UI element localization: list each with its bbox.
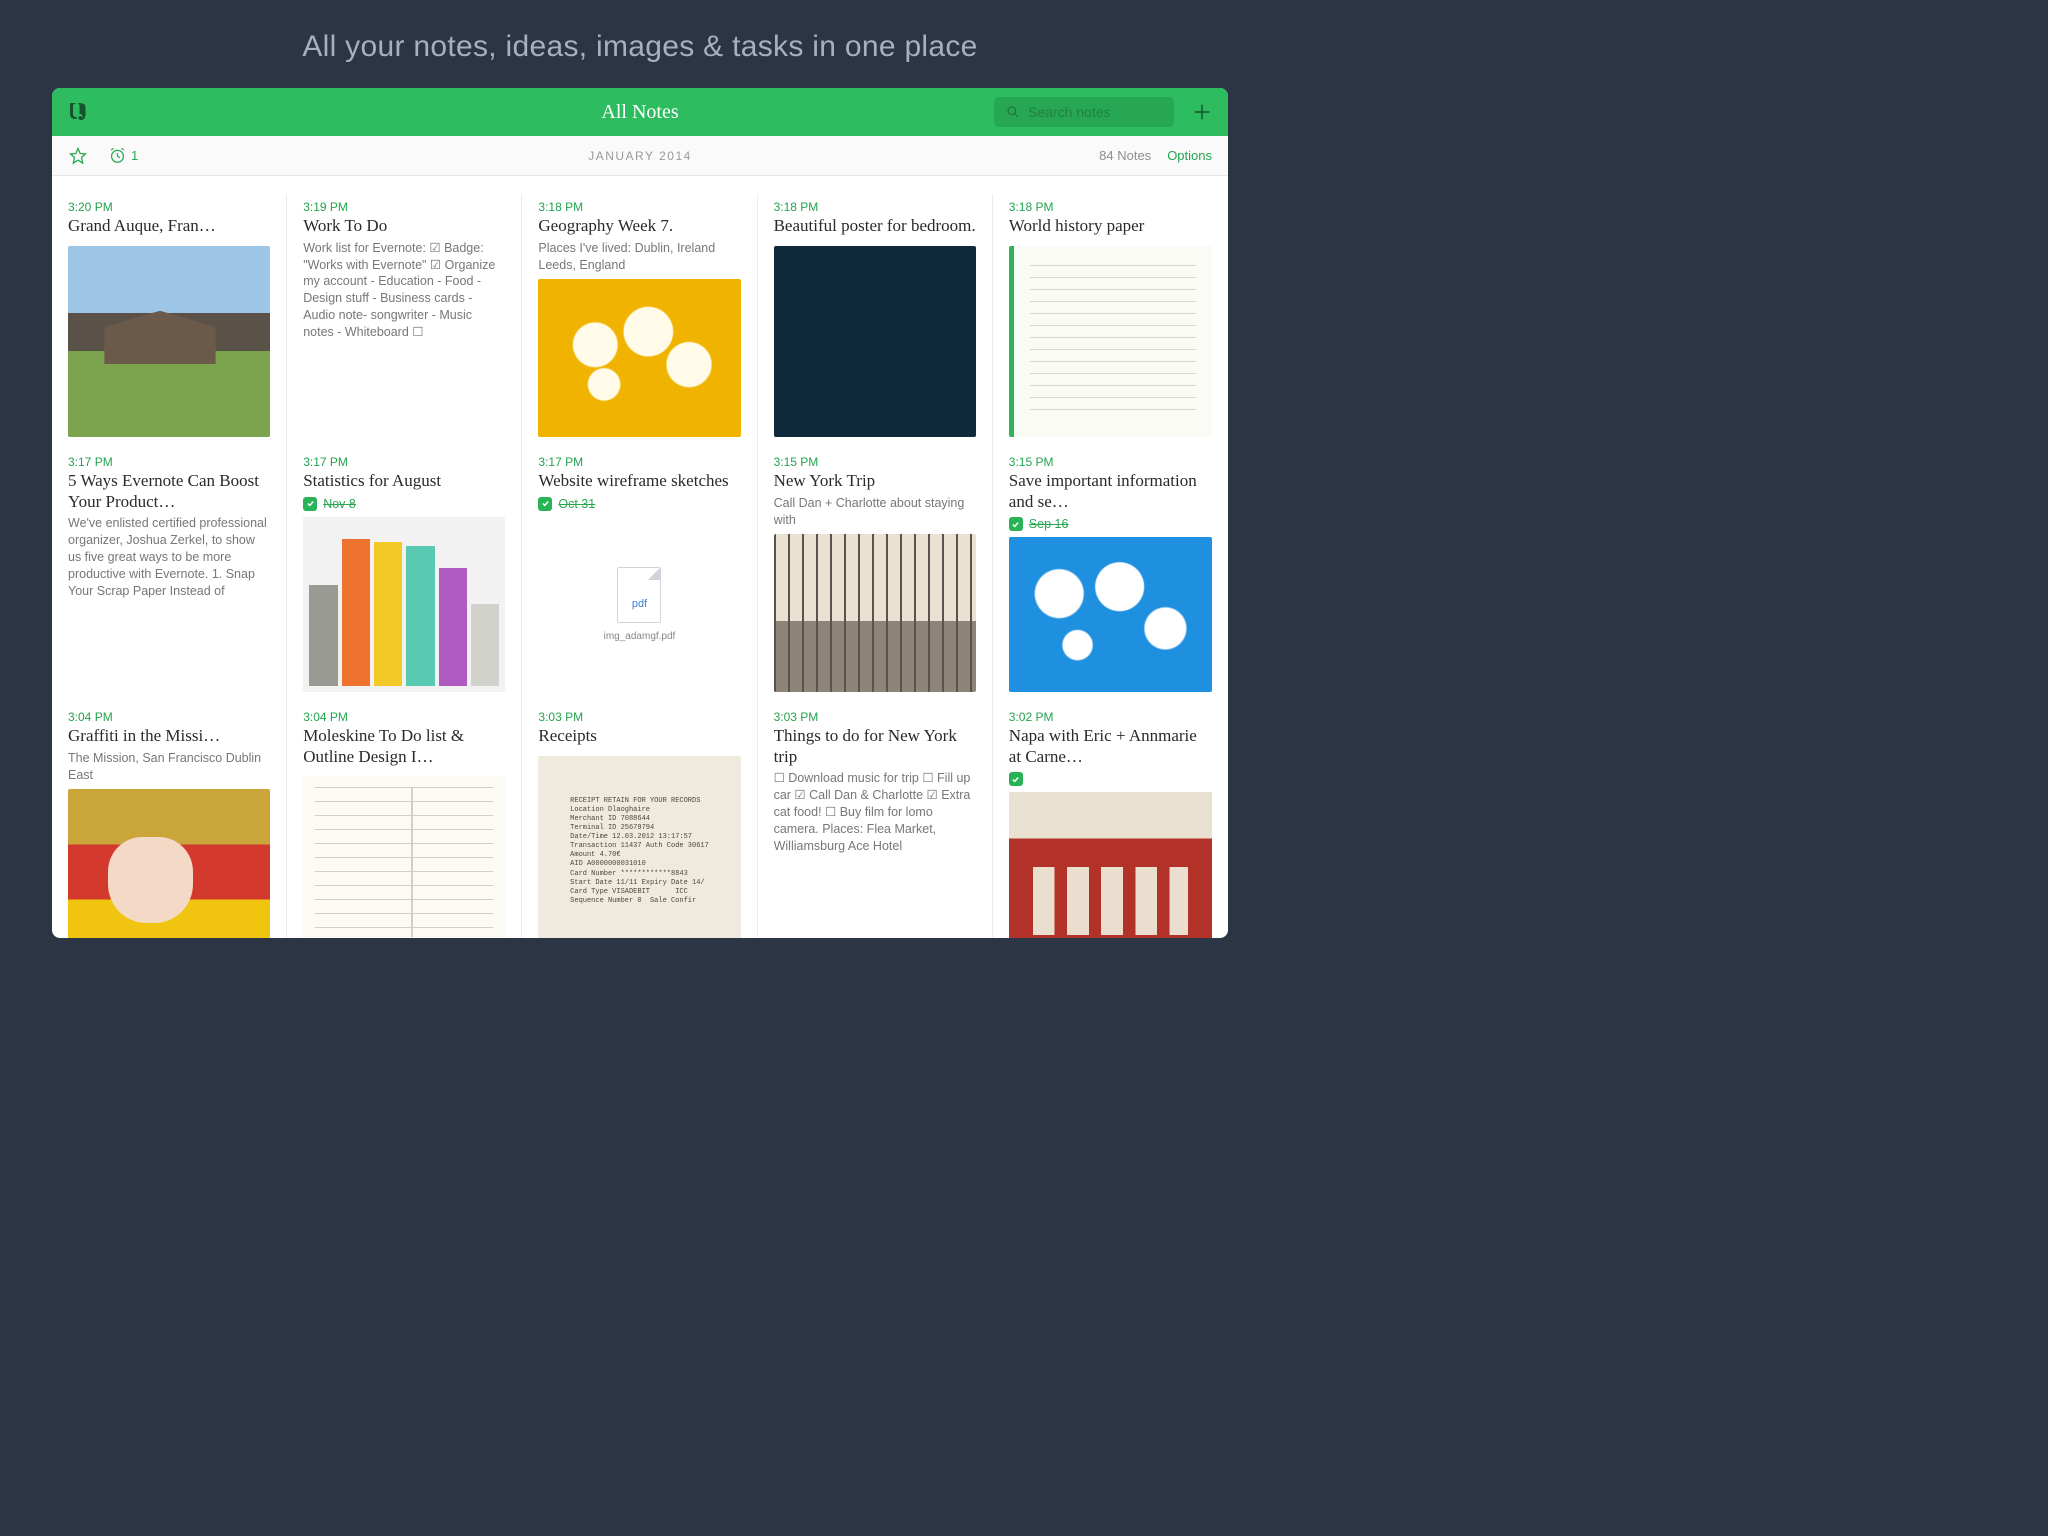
reminders-button[interactable]: 1: [108, 146, 138, 165]
note-card[interactable]: 3:02 PM Napa with Eric + Annmarie at Car…: [993, 704, 1228, 938]
app-window: All Notes Search notes 1 JANUARY 2014 84…: [52, 88, 1228, 938]
note-body: ☐ Download music for trip ☐ Fill up car …: [774, 770, 976, 854]
note-attachment: pdf img_adamgf.pdf: [538, 517, 740, 692]
note-body: The Mission, San Francisco Dublin East: [68, 750, 270, 784]
note-time: 3:04 PM: [303, 710, 505, 724]
reminder-date: Oct 31: [558, 497, 595, 511]
reminder-badge: Oct 31: [538, 497, 740, 511]
search-input[interactable]: Search notes: [994, 97, 1174, 127]
note-title: 5 Ways Evernote Can Boost Your Product…: [68, 471, 270, 512]
note-card[interactable]: 3:15 PM Save important information and s…: [993, 449, 1228, 704]
note-time: 3:18 PM: [774, 200, 976, 214]
note-title: New York Trip: [774, 471, 976, 492]
reminder-badge: Sep 16: [1009, 517, 1212, 531]
options-button[interactable]: Options: [1167, 148, 1212, 163]
note-thumbnail: [774, 534, 976, 692]
note-time: 3:17 PM: [538, 455, 740, 469]
notes-grid: 3:20 PM Grand Auque, Fran… 3:19 PM Work …: [52, 176, 1228, 938]
note-time: 3:02 PM: [1009, 710, 1212, 724]
check-icon: [538, 497, 552, 511]
attachment-filename: img_adamgf.pdf: [604, 631, 676, 642]
note-card[interactable]: 3:03 PM Things to do for New York trip ☐…: [758, 704, 993, 938]
note-card[interactable]: 3:18 PM World history paper: [993, 194, 1228, 449]
note-title: Statistics for August: [303, 471, 505, 492]
check-icon: [303, 497, 317, 511]
titlebar: All Notes Search notes: [52, 88, 1228, 136]
note-title: Grand Auque, Fran…: [68, 216, 270, 237]
check-icon: [1009, 772, 1023, 786]
check-icon: [1009, 517, 1023, 531]
note-thumbnail: [303, 776, 505, 938]
note-body: Call Dan + Charlotte about staying with: [774, 495, 976, 529]
sub-toolbar: 1 JANUARY 2014 84 Notes Options: [52, 136, 1228, 176]
note-title: Work To Do: [303, 216, 505, 237]
note-time: 3:17 PM: [68, 455, 270, 469]
note-title: Save important information and se…: [1009, 471, 1212, 512]
note-thumbnail: [774, 246, 976, 437]
note-time: 3:03 PM: [774, 710, 976, 724]
reminder-date: Nov 8: [323, 497, 356, 511]
new-note-button[interactable]: [1188, 98, 1216, 126]
note-title: Beautiful poster for bedroom.: [774, 216, 976, 237]
note-card[interactable]: 3:03 PM Receipts RECEIPT RETAIN FOR YOUR…: [522, 704, 757, 938]
note-title: Website wireframe sketches: [538, 471, 740, 492]
search-icon: [1006, 105, 1020, 119]
reminder-badge: [1009, 772, 1212, 786]
alarm-icon: [108, 146, 127, 165]
note-time: 3:19 PM: [303, 200, 505, 214]
note-card[interactable]: 3:17 PM Website wireframe sketches Oct 3…: [522, 449, 757, 704]
star-icon: [68, 146, 88, 166]
note-card[interactable]: 3:04 PM Moleskine To Do list & Outline D…: [287, 704, 522, 938]
note-time: 3:18 PM: [538, 200, 740, 214]
favorites-button[interactable]: [68, 146, 88, 166]
note-time: 3:18 PM: [1009, 200, 1212, 214]
note-thumbnail: [538, 279, 740, 437]
note-time: 3:03 PM: [538, 710, 740, 724]
note-thumbnail: [1009, 246, 1212, 437]
note-card[interactable]: 3:19 PM Work To Do Work list for Evernot…: [287, 194, 522, 449]
note-card[interactable]: 3:18 PM Beautiful poster for bedroom.: [758, 194, 993, 449]
reminder-badge: Nov 8: [303, 497, 505, 511]
note-title: Things to do for New York trip: [774, 726, 976, 767]
note-card[interactable]: 3:04 PM Graffiti in the Missi… The Missi…: [52, 704, 287, 938]
note-thumbnail: RECEIPT RETAIN FOR YOUR RECORDS Location…: [538, 756, 740, 938]
note-title: Receipts: [538, 726, 740, 747]
note-card[interactable]: 3:18 PM Geography Week 7. Places I've li…: [522, 194, 757, 449]
note-body: Places I've lived: Dublin, Ireland Leeds…: [538, 240, 740, 274]
note-body: Work list for Evernote: ☑ Badge: "Works …: [303, 240, 505, 341]
note-card[interactable]: 3:20 PM Grand Auque, Fran…: [52, 194, 287, 449]
note-title: Napa with Eric + Annmarie at Carne…: [1009, 726, 1212, 767]
hero-tagline: All your notes, ideas, images & tasks in…: [0, 0, 1280, 88]
note-time: 3:17 PM: [303, 455, 505, 469]
note-time: 3:15 PM: [774, 455, 976, 469]
note-card[interactable]: 3:17 PM 5 Ways Evernote Can Boost Your P…: [52, 449, 287, 704]
note-title: Graffiti in the Missi…: [68, 726, 270, 747]
note-thumbnail: [303, 517, 505, 692]
note-thumbnail: [1009, 792, 1212, 938]
reminder-date: Sep 16: [1029, 517, 1069, 531]
search-placeholder: Search notes: [1028, 104, 1111, 120]
note-thumbnail: [68, 246, 270, 437]
note-card[interactable]: 3:15 PM New York Trip Call Dan + Charlot…: [758, 449, 993, 704]
month-header: JANUARY 2014: [52, 149, 1228, 163]
pdf-icon: pdf: [617, 567, 661, 623]
note-thumbnail: [68, 789, 270, 938]
plus-icon: [1191, 101, 1213, 123]
note-count: 84 Notes: [1099, 148, 1151, 163]
note-title: World history paper: [1009, 216, 1212, 237]
note-time: 3:20 PM: [68, 200, 270, 214]
note-time: 3:04 PM: [68, 710, 270, 724]
note-title: Moleskine To Do list & Outline Design I…: [303, 726, 505, 767]
reminder-count: 1: [131, 148, 138, 163]
note-body: We've enlisted certified professional or…: [68, 515, 270, 599]
note-title: Geography Week 7.: [538, 216, 740, 237]
note-time: 3:15 PM: [1009, 455, 1212, 469]
note-thumbnail: [1009, 537, 1212, 692]
evernote-logo-icon[interactable]: [64, 98, 92, 126]
note-card[interactable]: 3:17 PM Statistics for August Nov 8: [287, 449, 522, 704]
